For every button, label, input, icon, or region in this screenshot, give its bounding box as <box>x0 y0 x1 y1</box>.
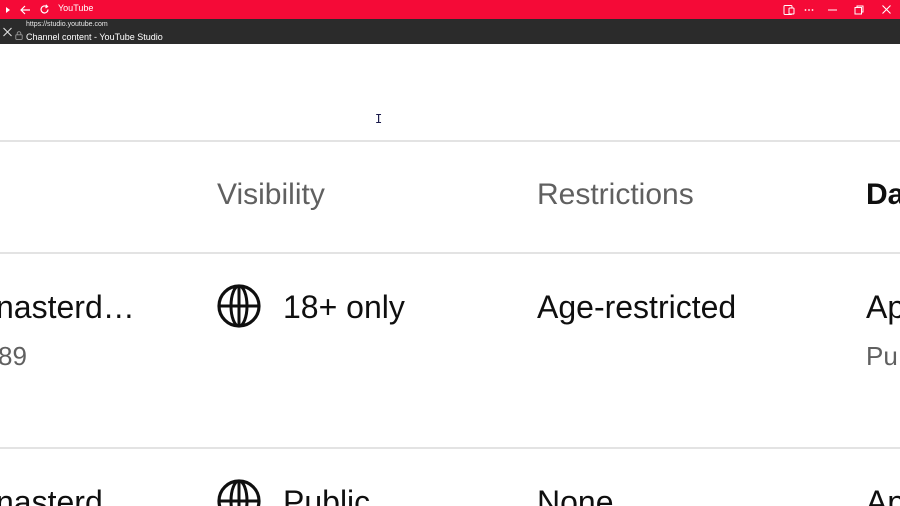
column-header-restrictions[interactable]: Restrictions <box>537 178 694 212</box>
video-title[interactable]: nasterd… <box>0 289 135 326</box>
page-title: Channel content - YouTube Studio <box>26 32 163 42</box>
minimize-icon <box>827 9 837 10</box>
app-available-button[interactable] <box>781 0 797 19</box>
restrictions-value[interactable]: Age-restricted <box>537 289 736 326</box>
date-value: Ap <box>866 289 900 325</box>
video-title[interactable]: nasterd… <box>0 484 135 506</box>
globe-icon[interactable] <box>216 478 262 506</box>
menu-arrow-icon[interactable] <box>2 0 14 19</box>
more-options-button[interactable] <box>801 0 817 19</box>
url-text[interactable]: https://studio.youtube.com <box>26 21 108 28</box>
visibility-value[interactable]: Public <box>283 484 370 506</box>
text-cursor-icon: I <box>375 112 383 126</box>
date-status: Pu <box>866 341 898 371</box>
date-value: Ap <box>866 484 900 506</box>
minimize-button[interactable] <box>823 0 841 19</box>
app-title: YouTube <box>58 3 94 13</box>
channel-content-table: I Visibility Restrictions Dat nasterd… 8… <box>0 44 900 506</box>
video-description: 89 <box>0 341 27 371</box>
refresh-icon <box>39 4 49 14</box>
restore-icon <box>854 5 864 14</box>
back-arrow-icon <box>19 5 30 14</box>
divider <box>0 252 900 254</box>
restore-button[interactable] <box>850 0 868 19</box>
back-button[interactable] <box>17 0 33 19</box>
close-window-button[interactable] <box>877 0 895 19</box>
app-install-icon <box>783 4 795 15</box>
visibility-value[interactable]: 18+ only <box>283 289 405 326</box>
url-bar: https://studio.youtube.com Channel conte… <box>0 19 900 44</box>
ellipsis-icon <box>804 8 814 11</box>
close-icon <box>3 27 12 37</box>
lock-icon <box>15 27 23 40</box>
divider <box>0 447 900 449</box>
title-bar: YouTube <box>0 0 900 19</box>
refresh-button[interactable] <box>36 0 52 19</box>
column-header-visibility[interactable]: Visibility <box>217 178 325 212</box>
globe-icon[interactable] <box>216 283 262 329</box>
close-url-bar-button[interactable] <box>2 25 13 37</box>
restrictions-value[interactable]: None <box>537 484 614 506</box>
divider <box>0 140 900 142</box>
column-header-date[interactable]: Dat <box>866 178 900 212</box>
close-icon <box>881 5 891 14</box>
